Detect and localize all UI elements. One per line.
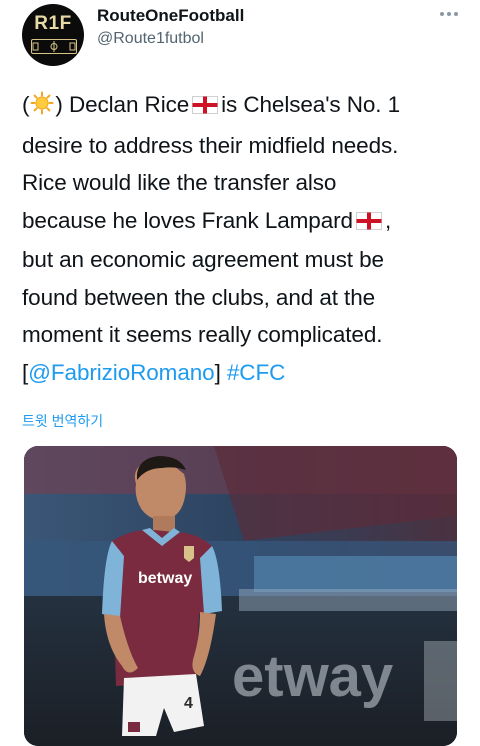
translate-tweet-link[interactable]: 트윗 번역하기 (22, 411, 103, 431)
hashtag-link[interactable]: #CFC (227, 360, 285, 385)
tweet-line-2: desire to address their midfield needs. (22, 132, 399, 158)
england-flag-icon (355, 204, 382, 242)
tweet-line-5: but an economic agreement must be (22, 247, 384, 272)
avatar[interactable]: R1F (22, 4, 84, 66)
tweet-media-photo[interactable]: etway betway 4 (24, 446, 457, 746)
text-fragment: , (384, 207, 392, 233)
stand-panel (239, 589, 457, 611)
stand-panel (254, 556, 457, 592)
tweet-line-7: moment it seems really complicated. (22, 322, 383, 347)
avatar-logo-emblem (31, 39, 77, 54)
mention-link[interactable]: @FabrizioRomano (28, 360, 215, 385)
tweet-line-8: [@FabrizioRomano] #CFC (22, 354, 468, 392)
text-fragment: ( (22, 92, 30, 117)
text-fragment: because he loves Frank Lampard (22, 207, 353, 233)
avatar-logo-text: R1F (34, 13, 72, 34)
shorts-number-text: 4 (184, 695, 193, 712)
user-handle[interactable]: @Route1futbol (97, 30, 204, 48)
more-horizontal-icon[interactable] (436, 4, 462, 24)
ad-board-text: etway (232, 644, 393, 709)
tweet-line-4: because he loves Frank Lampard , (22, 202, 468, 242)
tweet-header: R1F RouteOneFootball @Route1futbol (0, 0, 480, 70)
tweet-line-6: found between the clubs, and at the (22, 284, 376, 310)
photo-player-icon: etway betway 4 (24, 446, 457, 746)
text-fragment: ) Declan Rice (55, 92, 190, 117)
sun-emoji-icon (30, 89, 54, 127)
tweet-line-1: ( ) Declan Rice is Chelsea's No. 1 (22, 86, 468, 127)
england-flag-icon (192, 88, 219, 126)
tweet-text: ( ) Declan Rice is Chelsea's No. 1 desir… (22, 86, 468, 391)
display-name[interactable]: RouteOneFootball (97, 6, 244, 26)
shirt-sponsor-text: betway (138, 570, 192, 587)
tweet-line-3: Rice would like the transfer also (22, 170, 337, 195)
text-fragment: is Chelsea's No. 1 (221, 92, 400, 117)
pitch-icon (32, 41, 76, 52)
text-fragment: ] (214, 359, 221, 385)
ad-board (424, 641, 457, 721)
